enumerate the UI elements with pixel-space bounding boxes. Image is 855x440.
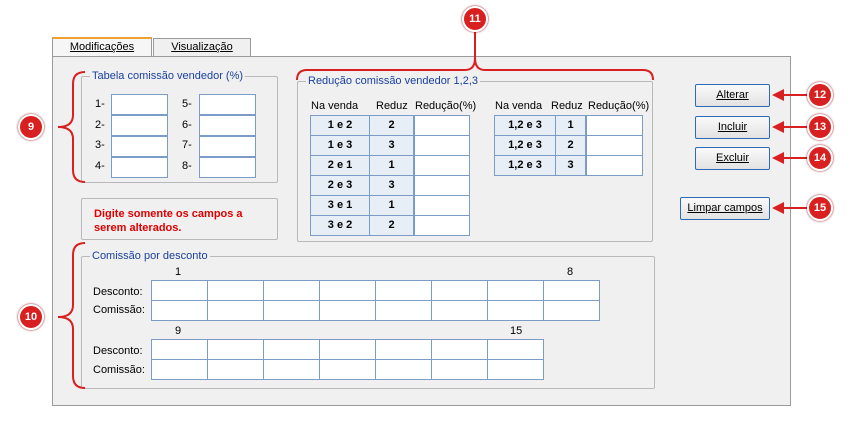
- arrow-14: [772, 152, 784, 164]
- annotation-overlay: [57, 32, 808, 389]
- callout-12: 12: [807, 82, 833, 108]
- callout-11: 11: [462, 6, 488, 32]
- bracket-10: [57, 242, 86, 389]
- arrow-13: [772, 121, 784, 133]
- arrow-12: [772, 89, 784, 101]
- callout-9: 9: [18, 114, 44, 140]
- callout-13: 13: [807, 114, 833, 140]
- callout-14: 14: [807, 145, 833, 171]
- bracket-9: [57, 71, 86, 183]
- callout-15: 15: [807, 195, 833, 221]
- bracket-11: [296, 57, 654, 81]
- callout-10: 10: [18, 304, 44, 330]
- arrow-15: [772, 202, 784, 214]
